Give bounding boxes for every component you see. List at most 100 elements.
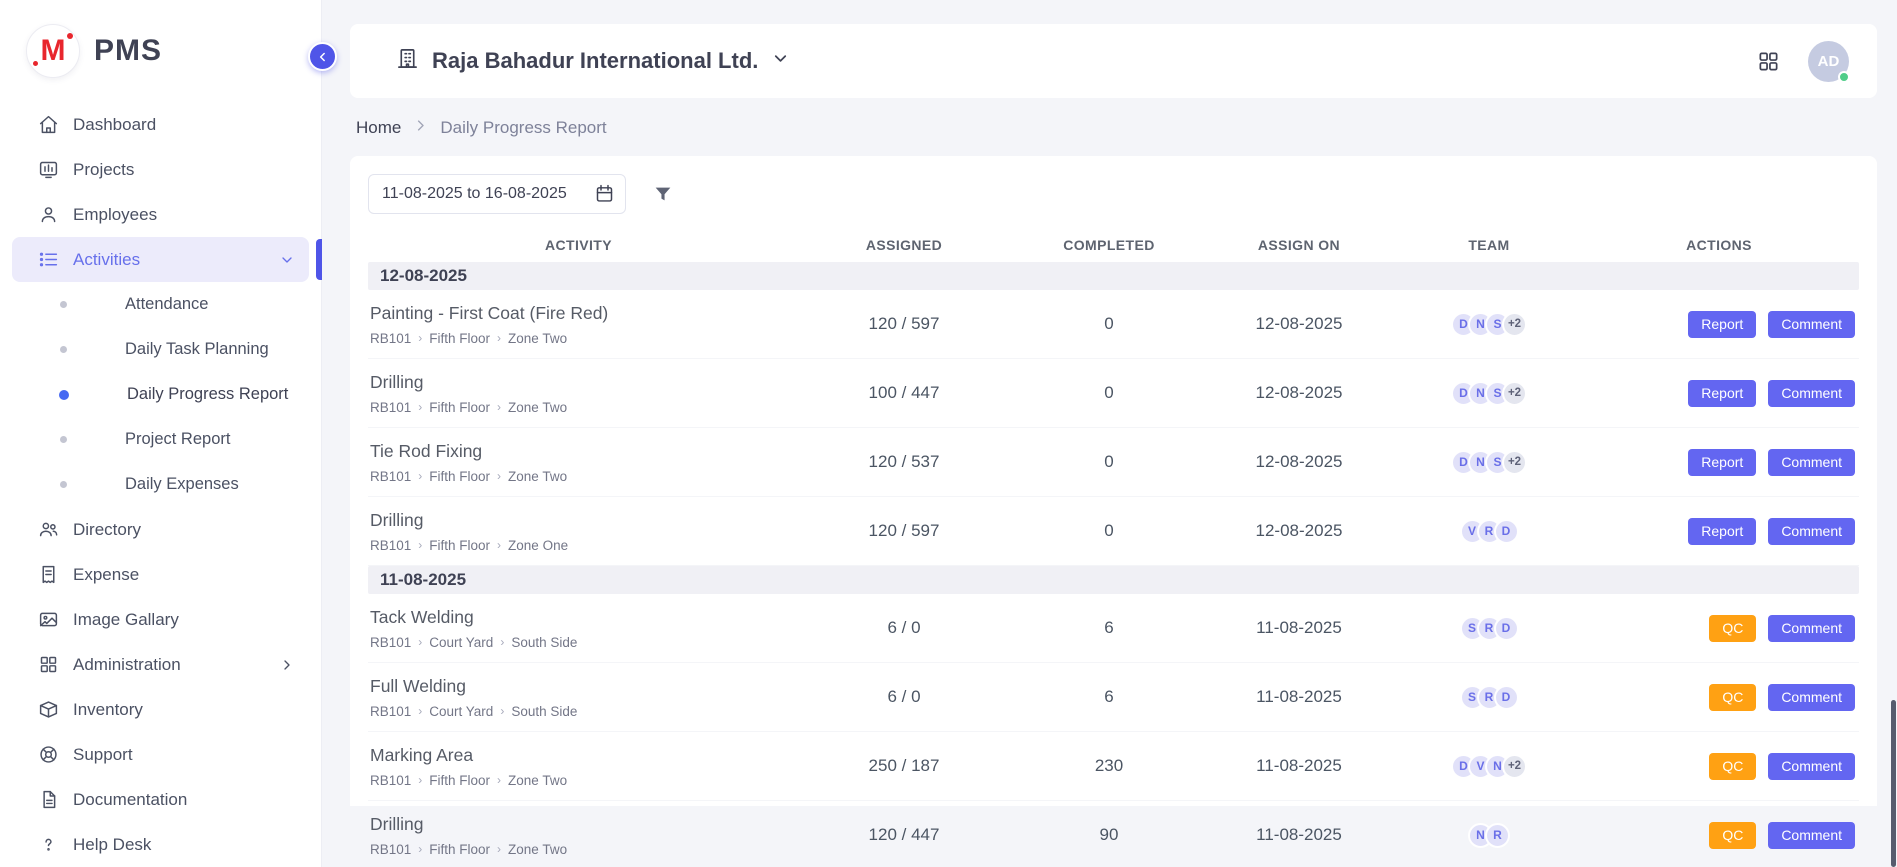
completed-cell: 0 (1019, 452, 1199, 472)
box-icon (37, 699, 59, 721)
sidebar-subitem-project-report[interactable]: Project Report (12, 417, 309, 462)
team-member-chip[interactable]: D (1494, 519, 1519, 544)
online-status-dot (1838, 71, 1850, 83)
sidebar-subitem-attendance[interactable]: Attendance (12, 282, 309, 327)
sidebar-item-projects[interactable]: Projects (12, 147, 309, 192)
assigned-cell: 120 / 447 (789, 825, 1019, 845)
sidebar-item-dashboard[interactable]: Dashboard (12, 102, 309, 147)
sidebar-collapse-button[interactable] (308, 42, 337, 71)
comment-button[interactable]: Comment (1768, 753, 1855, 780)
sidebar-item-support[interactable]: Support (12, 732, 309, 777)
path-segment: South Side (511, 635, 577, 650)
sidebar-item-directory[interactable]: Directory (12, 507, 309, 552)
team-member-chip[interactable]: R (1485, 823, 1510, 848)
team-member-chip[interactable]: D (1494, 685, 1519, 710)
comment-button[interactable]: Comment (1768, 822, 1855, 849)
team-more-chip[interactable]: +2 (1502, 754, 1527, 779)
assign-on-cell: 11-08-2025 (1199, 618, 1399, 638)
actions-cell: QC Comment (1579, 822, 1859, 849)
sidebar-item-label: Administration (73, 655, 181, 675)
vertical-scrollbar[interactable] (1891, 700, 1896, 867)
report-button[interactable]: Report (1688, 311, 1756, 338)
comment-button[interactable]: Comment (1768, 684, 1855, 711)
sidebar-item-label: Help Desk (73, 835, 151, 855)
sidebar-subitem-daily-task-planning[interactable]: Daily Task Planning (12, 327, 309, 372)
path-chevron-icon: › (418, 705, 422, 717)
activity-title[interactable]: Drilling (370, 372, 779, 393)
table-row: Drilling RB101›Fifth Floor›Zone One 120 … (368, 497, 1859, 566)
sidebar-item-expense[interactable]: Expense (12, 552, 309, 597)
team-cell: VRD (1399, 519, 1579, 544)
actions-cell: QC Comment (1579, 615, 1859, 642)
sidebar-subitem-daily-expenses[interactable]: Daily Expenses (12, 462, 309, 507)
assigned-cell: 120 / 597 (789, 521, 1019, 541)
sidebar-item-label: Activities (73, 250, 140, 270)
table-row: Drilling RB101›Fifth Floor›Zone Two 100 … (368, 359, 1859, 428)
path-segment: RB101 (370, 842, 411, 857)
sidebar-item-inventory[interactable]: Inventory (12, 687, 309, 732)
path-segment: Court Yard (429, 704, 493, 719)
activity-cell: Drilling RB101›Fifth Floor›Zone Two (368, 372, 789, 415)
report-button[interactable]: Report (1688, 449, 1756, 476)
bullet-dot-icon (60, 346, 67, 353)
path-segment: Zone Two (508, 331, 567, 346)
column-header-team: TEAM (1399, 237, 1579, 253)
path-segment: Fifth Floor (429, 400, 490, 415)
sidebar-item-activities[interactable]: Activities (12, 237, 309, 282)
path-chevron-icon: › (497, 539, 501, 551)
sidebar-item-help-desk[interactable]: Help Desk (12, 822, 309, 867)
sidebar-item-administration[interactable]: Administration (12, 642, 309, 687)
activity-title[interactable]: Marking Area (370, 745, 779, 766)
qc-button[interactable]: QC (1709, 615, 1756, 642)
table-row: Drilling RB101›Fifth Floor›Zone Two 120 … (368, 801, 1859, 867)
team-more-chip[interactable]: +2 (1502, 450, 1527, 475)
column-header-completed: COMPLETED (1019, 237, 1199, 253)
assigned-cell: 6 / 0 (789, 687, 1019, 707)
sidebar-item-documentation[interactable]: Documentation (12, 777, 309, 822)
comment-button[interactable]: Comment (1768, 449, 1855, 476)
report-button[interactable]: Report (1688, 380, 1756, 407)
comment-button[interactable]: Comment (1768, 311, 1855, 338)
report-button[interactable]: Report (1688, 518, 1756, 545)
activity-cell: Full Welding RB101›Court Yard›South Side (368, 676, 789, 719)
comment-button[interactable]: Comment (1768, 518, 1855, 545)
qc-button[interactable]: QC (1709, 822, 1756, 849)
sidebar-item-image-gallary[interactable]: Image Gallary (12, 597, 309, 642)
user-avatar[interactable]: AD (1808, 41, 1849, 82)
activity-title[interactable]: Drilling (370, 510, 779, 531)
sidebar-item-label: Image Gallary (73, 610, 179, 630)
building-icon (396, 47, 419, 75)
filter-funnel-icon[interactable] (652, 183, 674, 205)
app-window: M PMS Dashboard Projects Employees Activ… (0, 0, 1897, 867)
filter-row (368, 174, 1859, 214)
activity-title[interactable]: Full Welding (370, 676, 779, 697)
activity-path: RB101›Court Yard›South Side (370, 704, 779, 719)
table-row: Tack Welding RB101›Court Yard›South Side… (368, 594, 1859, 663)
apps-grid-icon[interactable] (1757, 50, 1780, 73)
team-cell: DNS+2 (1399, 450, 1579, 475)
activity-title[interactable]: Tack Welding (370, 607, 779, 628)
team-more-chip[interactable]: +2 (1502, 312, 1527, 337)
team-cell: SRD (1399, 685, 1579, 710)
activity-title[interactable]: Painting - First Coat (Fire Red) (370, 303, 779, 324)
column-header-actions: ACTIONS (1579, 237, 1859, 253)
sidebar-item-employees[interactable]: Employees (12, 192, 309, 237)
sidebar-subitem-daily-progress-report[interactable]: Daily Progress Report (12, 372, 309, 417)
comment-button[interactable]: Comment (1768, 615, 1855, 642)
team-member-chip[interactable]: D (1494, 616, 1519, 641)
completed-cell: 6 (1019, 618, 1199, 638)
company-selector[interactable]: Raja Bahadur International Ltd. (396, 47, 790, 75)
bullet-dot-icon (60, 301, 67, 308)
document-icon (37, 789, 59, 811)
assign-on-cell: 11-08-2025 (1199, 756, 1399, 776)
team-more-chip[interactable]: +2 (1502, 381, 1527, 406)
qc-button[interactable]: QC (1709, 684, 1756, 711)
qc-button[interactable]: QC (1709, 753, 1756, 780)
receipt-icon (37, 564, 59, 586)
chevron-down-icon (771, 49, 790, 73)
date-range-input[interactable] (368, 174, 626, 214)
breadcrumb-home-link[interactable]: Home (356, 118, 401, 138)
comment-button[interactable]: Comment (1768, 380, 1855, 407)
activity-title[interactable]: Tie Rod Fixing (370, 441, 779, 462)
activity-title[interactable]: Drilling (370, 814, 779, 835)
